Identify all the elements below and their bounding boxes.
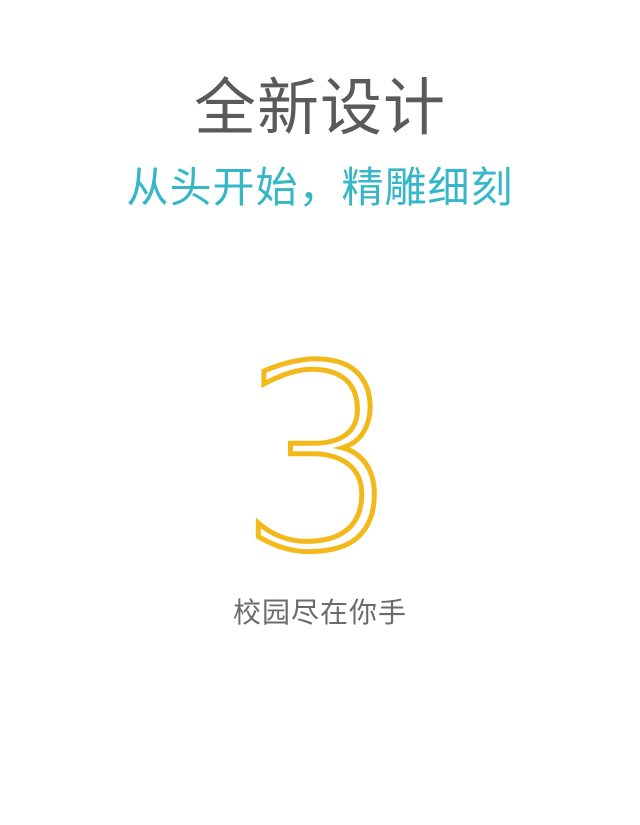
number-three: 3 (240, 350, 400, 570)
feature-caption: 校园尽在你手 (232, 596, 407, 629)
page-title: 全新设计 (193, 71, 446, 144)
feature-number: 3 (240, 350, 400, 570)
splash-screen: 全新设计 从头开始，精雕细刻 3 校园尽在你手 (0, 0, 640, 825)
page-subtitle: 从头开始，精雕细刻 (126, 163, 514, 212)
